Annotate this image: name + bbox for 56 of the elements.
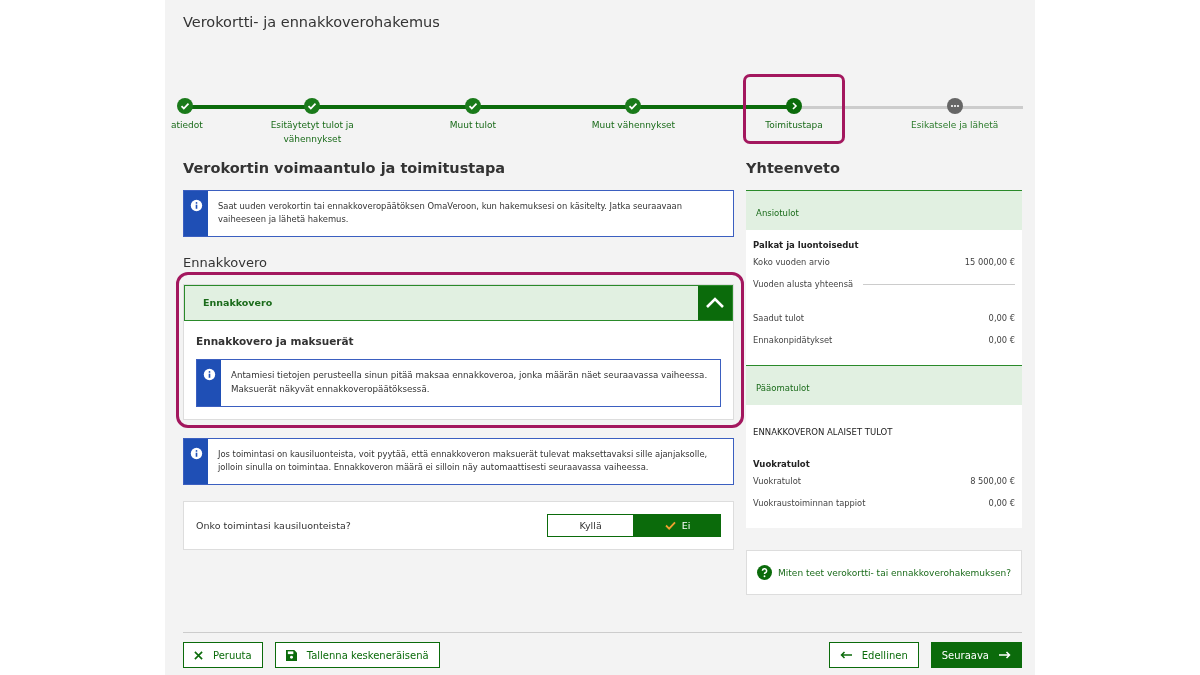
chevron-icon xyxy=(705,296,726,309)
check-icon xyxy=(177,98,193,114)
close-icon xyxy=(194,650,203,660)
accordion-heading: Ennakkovero ja maksuerät xyxy=(196,334,355,347)
summary-label: Saadut tulot xyxy=(753,313,805,323)
info-icon xyxy=(189,199,203,212)
option-button[interactable]: Kyllä xyxy=(547,513,635,537)
summary-label: Koko vuoden arvio xyxy=(753,257,830,267)
step-label[interactable]: Muut vähennykset xyxy=(578,119,689,133)
subsection-title: Ennakkovero xyxy=(183,254,268,270)
ellipsis-icon xyxy=(946,98,963,114)
summary-label: Vuoden alusta yhteensä xyxy=(753,279,854,289)
summary-label: Vuokratulot xyxy=(753,476,801,486)
cancel-button[interactable]: Peruuta xyxy=(183,642,263,668)
option-button[interactable]: Ei xyxy=(634,513,722,537)
summary-heading: ENNAKKOVERON ALAISET TULOT xyxy=(753,427,894,437)
summary-value: 0,00 € xyxy=(988,335,1015,345)
save-icon xyxy=(285,649,297,661)
page-title: Verokortti- ja ennakkoverohakemus xyxy=(182,13,441,30)
summary-value: 8 500,00 € xyxy=(970,476,1015,486)
previous-button[interactable]: Edellinen xyxy=(828,642,919,668)
help-icon xyxy=(757,565,773,580)
summary-label: Ennakonpidätykset xyxy=(753,335,833,345)
step-label[interactable]: Esitäytetyt tulot ja vähennykset xyxy=(257,119,368,146)
summary-title: Yhteenveto xyxy=(746,160,841,176)
arrow-left-icon xyxy=(839,651,852,659)
check-icon xyxy=(625,98,642,114)
section-title: Verokortin voimaantulo ja toimitustapa xyxy=(183,160,507,176)
info-text: Saat uuden verokortin tai ennakkoveropäätöksen OmaVeroon, kun hakemuksesi on käsitelty. Jatka seuraavaan vaiheeseen ja lähetä hakemus. xyxy=(217,200,684,227)
info-icon xyxy=(202,367,216,381)
info-text: Antamiesi tietojen perusteella sinun pitää maksaa ennakkoveroa, jonka määrän näet seuraavassa vaiheessa. Maksuerät näkyvät ennakkoveropäätöksessä. xyxy=(230,368,709,396)
step-label[interactable]: atiedot xyxy=(171,119,203,133)
summary-label: Vuokraustoiminnan tappiot xyxy=(753,498,866,508)
summary-heading: Palkat ja luontoisedut xyxy=(753,240,860,250)
question-label: Onko toimintasi kausiluonteista? xyxy=(196,519,351,531)
group-title: Ansiotulot xyxy=(756,208,799,218)
arrow-right-icon xyxy=(999,651,1011,659)
help-link[interactable]: Miten teet verokortti- tai ennakkoverohakemuksen? xyxy=(778,567,1011,578)
summary-heading: Vuokratulot xyxy=(753,459,811,469)
accordion-title[interactable]: Ennakkovero xyxy=(185,297,699,309)
info-icon xyxy=(189,446,203,460)
summary-value: 15 000,00 € xyxy=(964,257,1015,267)
group-title: Pääomatulot xyxy=(756,383,810,393)
step-label[interactable]: Esikatsele ja lähetä xyxy=(899,119,1010,133)
save-button[interactable]: Tallenna keskeneräisenä xyxy=(274,642,440,668)
step-label[interactable]: Toimitustapa xyxy=(739,119,850,133)
step-label[interactable]: Muut tulot xyxy=(417,119,528,133)
check-icon xyxy=(464,98,481,114)
summary-value: 0,00 € xyxy=(988,313,1015,323)
collapse-button[interactable] xyxy=(698,285,733,320)
next-button[interactable]: Seuraava xyxy=(930,642,1022,668)
check-icon xyxy=(664,520,676,530)
summary-value: 0,00 € xyxy=(988,498,1015,508)
check-icon xyxy=(304,98,321,114)
current-step-icon xyxy=(786,98,803,114)
info-text: Jos toimintasi on kausiluonteista, voit pyytää, että ennakkoveron maksuerät tulevat maksettavaksi sille ajanjaksolle, jolloin sinulla on toimintaa. Ennakkoveron määrä ei silloin näy automaattisesti seuraavassa vaiheessa. xyxy=(216,447,709,475)
